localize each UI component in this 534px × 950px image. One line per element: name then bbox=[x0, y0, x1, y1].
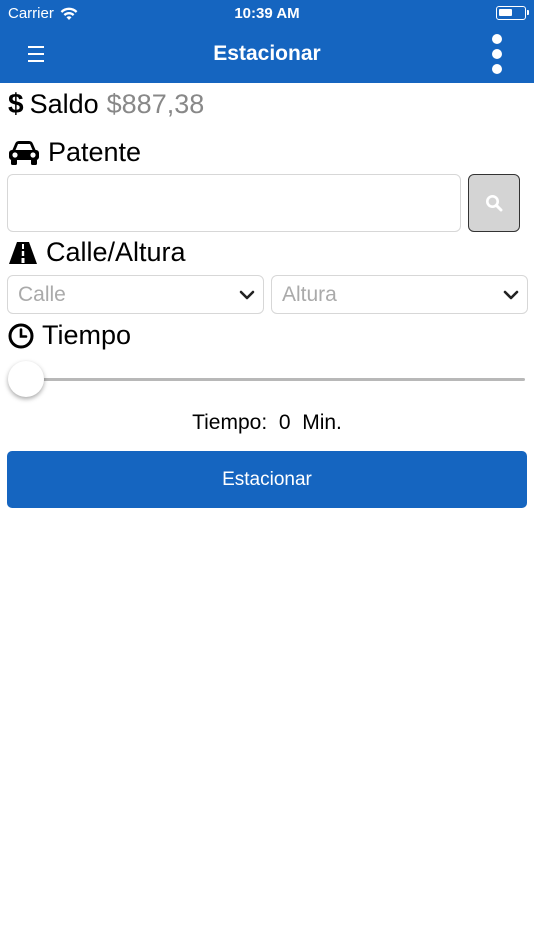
calle-select[interactable]: Calle bbox=[7, 275, 264, 314]
slider-track[interactable] bbox=[18, 378, 525, 381]
more-options-button[interactable] bbox=[482, 34, 512, 74]
status-bar: Carrier 10:39 AM bbox=[0, 0, 534, 28]
menu-button[interactable] bbox=[20, 38, 52, 70]
tiempo-readout: Tiempo: 0 Min. bbox=[0, 411, 534, 435]
battery-fill bbox=[499, 9, 512, 16]
calle-altura-label: Calle/Altura bbox=[46, 237, 186, 267]
calle-altura-label-row: Calle/Altura bbox=[8, 237, 186, 268]
tiempo-readout-prefix: Tiempo: bbox=[192, 411, 268, 434]
chevron-down-icon bbox=[503, 290, 519, 299]
page-title: Estacionar bbox=[213, 42, 321, 65]
battery-icon bbox=[496, 6, 529, 20]
tiempo-slider[interactable] bbox=[8, 360, 525, 398]
dollar-icon: $ bbox=[8, 88, 24, 119]
nav-bar: Estacionar bbox=[0, 28, 534, 83]
calle-select-value: Calle bbox=[18, 282, 66, 306]
tiempo-label-row: Tiempo bbox=[8, 320, 131, 351]
saldo-label: Saldo bbox=[29, 88, 99, 119]
more-vertical-icon bbox=[492, 34, 502, 44]
altura-select[interactable]: Altura bbox=[271, 275, 528, 314]
car-icon bbox=[8, 140, 40, 166]
patente-label: Patente bbox=[48, 137, 142, 167]
plate-input[interactable] bbox=[7, 174, 461, 232]
saldo-amount: $887,38 bbox=[106, 88, 205, 119]
app-header: Carrier 10:39 AM Estacionar bbox=[0, 0, 534, 83]
estacionar-button[interactable]: Estacionar bbox=[7, 451, 527, 508]
hamburger-icon bbox=[28, 46, 44, 62]
patente-label-row: Patente bbox=[8, 137, 141, 168]
search-icon bbox=[486, 195, 503, 212]
search-button[interactable] bbox=[468, 174, 520, 232]
status-time: 10:39 AM bbox=[234, 5, 300, 22]
slider-thumb[interactable] bbox=[8, 361, 44, 397]
clock-icon bbox=[8, 323, 34, 349]
tiempo-readout-unit: Min. bbox=[302, 411, 342, 434]
altura-select-value: Altura bbox=[282, 282, 337, 306]
tiempo-readout-value: 0 bbox=[278, 411, 291, 434]
chevron-down-icon bbox=[239, 290, 255, 299]
road-icon bbox=[8, 241, 38, 265]
saldo-row: $ Saldo $887,38 bbox=[8, 88, 204, 120]
tiempo-label: Tiempo bbox=[42, 320, 132, 350]
